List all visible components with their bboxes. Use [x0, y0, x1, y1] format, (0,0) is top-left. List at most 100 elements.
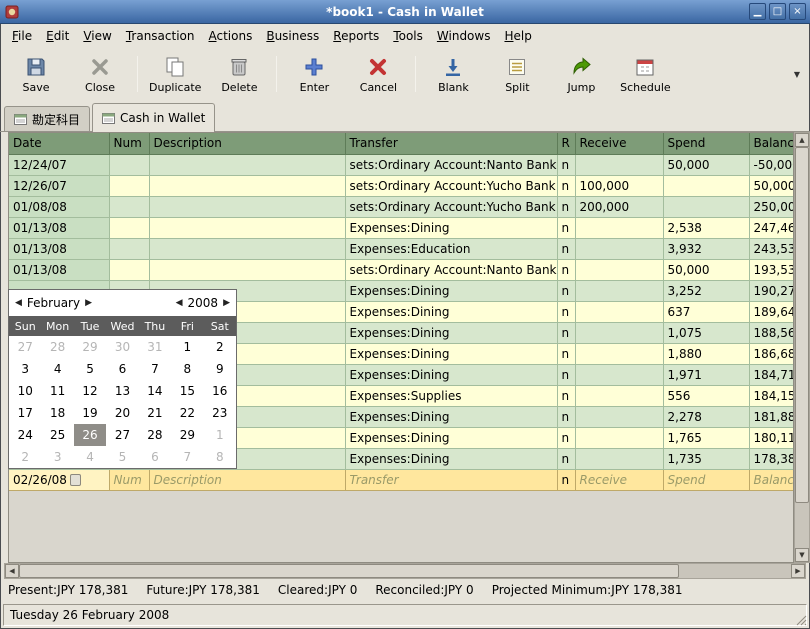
calendar-day[interactable]: 22 — [171, 402, 203, 424]
calendar-day[interactable]: 1 — [204, 424, 236, 446]
receive-cell[interactable] — [575, 238, 663, 259]
calendar-day[interactable]: 26 — [74, 424, 106, 446]
calendar-day[interactable]: 9 — [204, 358, 236, 380]
horizontal-scrollbar[interactable]: ◀ ▶ — [4, 563, 806, 579]
calendar-day[interactable]: 23 — [204, 402, 236, 424]
col-header-spend[interactable]: Spend — [663, 133, 749, 154]
col-header-balance[interactable]: Balance — [749, 133, 794, 154]
calendar-day[interactable]: 19 — [74, 402, 106, 424]
calendar-day[interactable]: 27 — [9, 336, 41, 358]
enter-button[interactable]: Enter — [282, 51, 346, 97]
reconcile-cell[interactable]: n — [557, 217, 575, 238]
description-cell[interactable] — [149, 259, 345, 280]
date-input-value[interactable]: 02/26/08 — [13, 470, 67, 490]
balance-cell[interactable]: 180,116 — [749, 427, 794, 448]
calendar-day[interactable]: 3 — [41, 446, 73, 468]
date-cell[interactable]: 01/08/08 — [9, 196, 109, 217]
reconcile-cell[interactable]: n — [557, 196, 575, 217]
receive-cell[interactable] — [575, 217, 663, 238]
receive-cell[interactable]: 200,000 — [575, 196, 663, 217]
reconcile-cell[interactable]: n — [557, 175, 575, 196]
num-cell[interactable] — [109, 259, 149, 280]
calendar-day[interactable]: 1 — [171, 336, 203, 358]
calendar-day[interactable]: 7 — [171, 446, 203, 468]
menu-item[interactable]: Edit — [39, 26, 76, 46]
maximize-button[interactable]: □ — [769, 3, 786, 20]
spend-cell[interactable]: 2,538 — [663, 217, 749, 238]
calendar-day[interactable]: 6 — [139, 446, 171, 468]
col-header-reconcile[interactable]: R — [557, 133, 575, 154]
vertical-scrollbar-trough[interactable] — [795, 503, 809, 548]
close-window-button[interactable]: × — [789, 3, 806, 20]
num-input[interactable]: Num — [109, 469, 149, 490]
menu-item[interactable]: Transaction — [119, 26, 202, 46]
window-icon[interactable] — [4, 4, 20, 20]
transfer-cell[interactable]: Expenses:Dining — [345, 364, 557, 385]
balance-cell[interactable]: 250,000 — [749, 196, 794, 217]
table-row[interactable]: 01/08/08 sets:Ordinary Account:Yucho Ban… — [9, 196, 794, 217]
menu-item[interactable]: Windows — [430, 26, 498, 46]
tab-accounts[interactable]: 勘定科目 — [4, 106, 90, 131]
calendar-day[interactable]: 3 — [9, 358, 41, 380]
calendar-day[interactable]: 5 — [106, 446, 138, 468]
spend-cell[interactable] — [663, 175, 749, 196]
reconcile-cell[interactable]: n — [557, 427, 575, 448]
calendar-day[interactable]: 5 — [74, 358, 106, 380]
next-year-arrow-icon[interactable]: ▶ — [223, 298, 230, 308]
description-cell[interactable] — [149, 154, 345, 175]
calendar-day[interactable]: 2 — [9, 446, 41, 468]
date-cell[interactable]: 01/13/08 — [9, 217, 109, 238]
menu-item[interactable]: Actions — [202, 26, 260, 46]
calendar-day[interactable]: 12 — [74, 380, 106, 402]
transfer-cell[interactable]: sets:Ordinary Account:Yucho Bank — [345, 196, 557, 217]
reconcile-input[interactable]: n — [557, 469, 575, 490]
reconcile-cell[interactable]: n — [557, 343, 575, 364]
col-header-transfer[interactable]: Transfer — [345, 133, 557, 154]
balance-cell[interactable]: 243,530 — [749, 238, 794, 259]
num-cell[interactable] — [109, 154, 149, 175]
spend-cell[interactable]: 50,000 — [663, 154, 749, 175]
schedule-button[interactable]: Schedule — [613, 51, 677, 97]
tab-cash-in-wallet[interactable]: Cash in Wallet — [92, 103, 215, 132]
spend-cell[interactable]: 1,765 — [663, 427, 749, 448]
calendar-day[interactable]: 25 — [41, 424, 73, 446]
date-picker-toggle[interactable] — [70, 474, 81, 486]
balance-cell[interactable]: 247,462 — [749, 217, 794, 238]
title-bar[interactable]: *book1 - Cash in Wallet ▁ □ × — [0, 0, 810, 24]
calendar-day[interactable]: 15 — [171, 380, 203, 402]
scroll-up-button[interactable]: ▲ — [795, 133, 809, 147]
minimize-button[interactable]: ▁ — [749, 3, 766, 20]
reconcile-cell[interactable]: n — [557, 364, 575, 385]
calendar-day[interactable]: 24 — [9, 424, 41, 446]
prev-year-arrow-icon[interactable]: ◀ — [176, 298, 183, 308]
receive-cell[interactable] — [575, 301, 663, 322]
date-cell[interactable]: 01/13/08 — [9, 259, 109, 280]
transfer-cell[interactable]: Expenses:Dining — [345, 301, 557, 322]
blank-button[interactable]: Blank — [421, 51, 485, 97]
calendar-day[interactable]: 17 — [9, 402, 41, 424]
transfer-cell[interactable]: Expenses:Dining — [345, 427, 557, 448]
description-cell[interactable] — [149, 238, 345, 259]
reconcile-cell[interactable]: n — [557, 154, 575, 175]
calendar-day[interactable]: 14 — [139, 380, 171, 402]
calendar-day[interactable]: 31 — [139, 336, 171, 358]
transfer-cell[interactable]: sets:Ordinary Account:Yucho Bank — [345, 175, 557, 196]
duplicate-button[interactable]: Duplicate — [143, 51, 207, 97]
balance-cell[interactable]: 184,159 — [749, 385, 794, 406]
receive-cell[interactable] — [575, 427, 663, 448]
balance-cell[interactable]: 189,641 — [749, 301, 794, 322]
description-cell[interactable] — [149, 175, 345, 196]
horizontal-scrollbar-trough[interactable] — [679, 564, 791, 578]
calendar-day[interactable]: 11 — [41, 380, 73, 402]
date-cell-editing[interactable]: 02/26/08 — [9, 469, 109, 490]
menu-item[interactable]: Tools — [386, 26, 430, 46]
receive-cell[interactable] — [575, 280, 663, 301]
balance-placeholder-cell[interactable]: Balance — [749, 469, 794, 490]
balance-cell[interactable]: 193,530 — [749, 259, 794, 280]
num-cell[interactable] — [109, 196, 149, 217]
resize-grip[interactable] — [795, 614, 808, 627]
transfer-cell[interactable]: Expenses:Education — [345, 238, 557, 259]
col-header-receive[interactable]: Receive — [575, 133, 663, 154]
table-row[interactable]: 12/26/07 sets:Ordinary Account:Yucho Ban… — [9, 175, 794, 196]
description-cell[interactable] — [149, 196, 345, 217]
